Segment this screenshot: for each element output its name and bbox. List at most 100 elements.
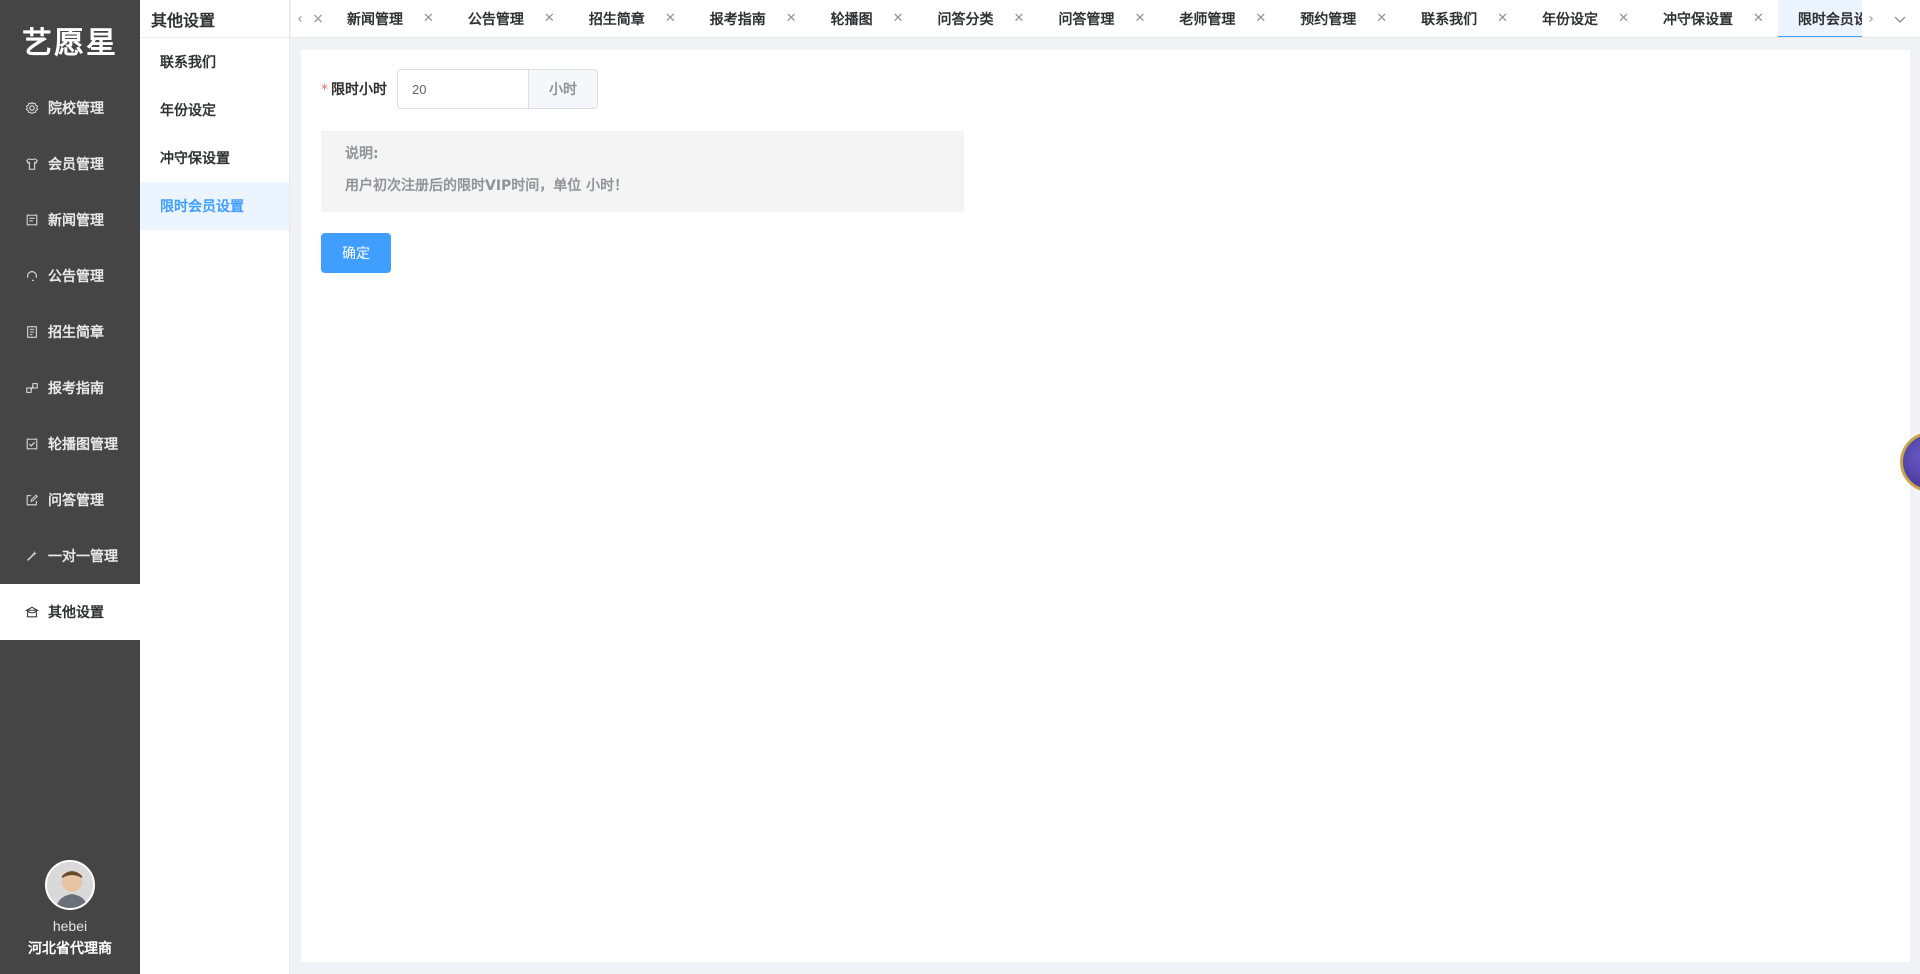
sidebar-item-7[interactable]: 问答管理 (0, 472, 140, 528)
tab-0[interactable]: 新闻管理 ✕ (327, 0, 448, 37)
share-icon (24, 380, 40, 396)
tab-close-icon[interactable]: ✕ (1255, 11, 1266, 26)
tab-8[interactable]: 预约管理 ✕ (1280, 0, 1401, 37)
tab-close-icon[interactable]: ✕ (1134, 11, 1145, 26)
close-all-tabs-icon[interactable]: × (309, 0, 327, 37)
tab-close-icon[interactable]: ✕ (893, 11, 904, 26)
sidebar-item-label: 公告管理 (48, 269, 104, 285)
main-content: *限时小时 小时 说明: 用户初次注册后的限时VIP时间，单位 小时！ 确定 (301, 50, 1910, 962)
tab-close-icon[interactable]: ✕ (544, 11, 555, 26)
sidebar-item-3[interactable]: 公告管理 (0, 248, 140, 304)
tabs-list: 新闻管理 ✕ 公告管理 ✕ 招生简章 ✕ 报考指南 ✕ 轮播图 ✕ 问答分类 ✕ 问答管理 ✕ 老师管理 ✕ 预… (327, 0, 1862, 37)
tab-10[interactable]: 年份设定 ✕ (1522, 0, 1643, 37)
sidebar-item-0[interactable]: 院校管理 (0, 80, 140, 136)
limit-hours-label: * 限时小时 (321, 79, 387, 99)
tab-label: 预约管理 (1300, 11, 1357, 28)
tab-6[interactable]: 问答管理 ✕ (1038, 0, 1159, 37)
sidebar-item-label: 会员管理 (48, 157, 104, 173)
headset-icon (24, 268, 40, 284)
tab-12[interactable]: 限时会员设置 (1777, 0, 1862, 37)
sub-sidebar: 其他设置 联系我们 年份设定 冲守保设置 限时会员设置 (140, 0, 290, 974)
note-title: 说明: (345, 146, 379, 162)
sidebar-item-label: 报考指南 (48, 381, 104, 397)
tab-1[interactable]: 公告管理 ✕ (448, 0, 569, 37)
tab-7[interactable]: 老师管理 ✕ (1159, 0, 1280, 37)
bank-icon (24, 604, 40, 620)
user-panel: hebei 河北省代理商 (0, 860, 140, 958)
sub-sidebar-item-0[interactable]: 联系我们 (140, 38, 289, 86)
tab-label: 新闻管理 (347, 11, 403, 28)
tab-close-icon[interactable]: ✕ (1014, 11, 1025, 26)
main-sidebar: 艺愿星 院校管理会员管理新闻管理公告管理招生简章报考指南轮播图管理问答管理一对一… (0, 0, 140, 974)
sidebar-item-label: 问答管理 (48, 493, 104, 509)
explanation-note: 说明: 用户初次注册后的限时VIP时间，单位 小时！ (321, 131, 964, 212)
sub-sidebar-list: 联系我们 年份设定 冲守保设置 限时会员设置 (140, 38, 289, 230)
tab-close-icon[interactable]: ✕ (786, 11, 797, 26)
note-text: 用户初次注册后的限时VIP时间，单位 小时！ (345, 178, 629, 194)
limit-hours-form-row: *限时小时 小时 (321, 69, 598, 109)
tab-label: 公告管理 (467, 11, 524, 28)
edit-icon (24, 492, 40, 508)
sidebar-item-1[interactable]: 会员管理 (0, 136, 140, 192)
tab-label: 联系我们 (1421, 11, 1478, 28)
document-icon (24, 324, 40, 340)
sidebar-item-8[interactable]: 一对一管理 (0, 528, 140, 584)
magic-wand-icon (24, 548, 40, 564)
tabs-scroll-left-icon[interactable]: ‹ (291, 0, 309, 37)
gear-icon (24, 100, 40, 116)
tab-close-icon[interactable]: ✕ (1753, 11, 1764, 26)
confirm-button[interactable]: 确定 (321, 233, 391, 273)
sidebar-item-2[interactable]: 新闻管理 (0, 192, 140, 248)
sidebar-item-label: 其他设置 (48, 605, 104, 621)
avatar[interactable] (45, 860, 95, 910)
sidebar-item-label: 招生简章 (48, 325, 104, 341)
limit-hours-label-text: 限时小时 (331, 82, 387, 98)
tab-label: 老师管理 (1179, 11, 1236, 28)
sidebar-item-4[interactable]: 招生简章 (0, 304, 140, 360)
tab-label: 轮播图 (830, 11, 873, 28)
tab-close-icon[interactable]: ✕ (423, 11, 434, 26)
tabs-dropdown-chevron-icon[interactable] (1880, 0, 1920, 37)
unit-append: 小时 (528, 69, 598, 109)
sidebar-item-label: 院校管理 (48, 101, 104, 117)
tab-close-icon[interactable]: ✕ (1618, 11, 1629, 26)
tab-9[interactable]: 联系我们 ✕ (1401, 0, 1522, 37)
user-name: hebei (52, 918, 88, 934)
tab-label: 问答管理 (1058, 11, 1115, 28)
tab-label: 限时会员设置 (1797, 11, 1862, 28)
user-role: 河北省代理商 (28, 941, 112, 957)
sub-sidebar-item-1[interactable]: 年份设定 (140, 86, 289, 134)
tabs-scroll-right-icon[interactable]: › (1862, 0, 1880, 37)
tab-close-icon[interactable]: ✕ (1497, 11, 1508, 26)
tab-3[interactable]: 报考指南 ✕ (690, 0, 811, 37)
tab-label: 问答分类 (937, 11, 994, 28)
sidebar-item-5[interactable]: 报考指南 (0, 360, 140, 416)
sidebar-nav: 院校管理会员管理新闻管理公告管理招生简章报考指南轮播图管理问答管理一对一管理其他… (0, 80, 140, 640)
sidebar-item-label: 新闻管理 (48, 213, 104, 229)
sub-sidebar-title: 其他设置 (140, 0, 289, 38)
sidebar-item-label: 轮播图管理 (48, 437, 118, 453)
shirt-icon (24, 156, 40, 172)
news-icon (24, 212, 40, 228)
tab-label: 冲守保设置 (1662, 11, 1733, 28)
tab-4[interactable]: 轮播图 ✕ (811, 0, 918, 37)
tab-close-icon[interactable]: ✕ (1376, 11, 1387, 26)
tab-5[interactable]: 问答分类 ✕ (918, 0, 1039, 37)
required-mark: * (321, 82, 328, 98)
sub-sidebar-item-2[interactable]: 冲守保设置 (140, 134, 289, 182)
sub-sidebar-item-3[interactable]: 限时会员设置 (140, 182, 289, 230)
limit-hours-input-group: 小时 (397, 69, 598, 109)
checkbox-icon (24, 436, 40, 452)
sidebar-item-label: 一对一管理 (48, 549, 118, 565)
tab-2[interactable]: 招生简章 ✕ (569, 0, 690, 37)
tab-label: 报考指南 (709, 11, 766, 28)
sidebar-item-6[interactable]: 轮播图管理 (0, 416, 140, 472)
tab-label: 招生简章 (588, 11, 645, 28)
sidebar-item-9[interactable]: 其他设置 (0, 584, 140, 640)
app-logo: 艺愿星 (22, 26, 118, 61)
tab-label: 年份设定 (1542, 11, 1599, 28)
tab-11[interactable]: 冲守保设置 ✕ (1643, 0, 1778, 37)
tab-close-icon[interactable]: ✕ (665, 11, 676, 26)
limit-hours-input[interactable] (397, 69, 528, 109)
tabs-bar: ‹ × 新闻管理 ✕ 公告管理 ✕ 招生简章 ✕ 报考指南 ✕ 轮播图 ✕ 问答分类 ✕ 问答管理 ✕ 老师… (291, 0, 1920, 38)
